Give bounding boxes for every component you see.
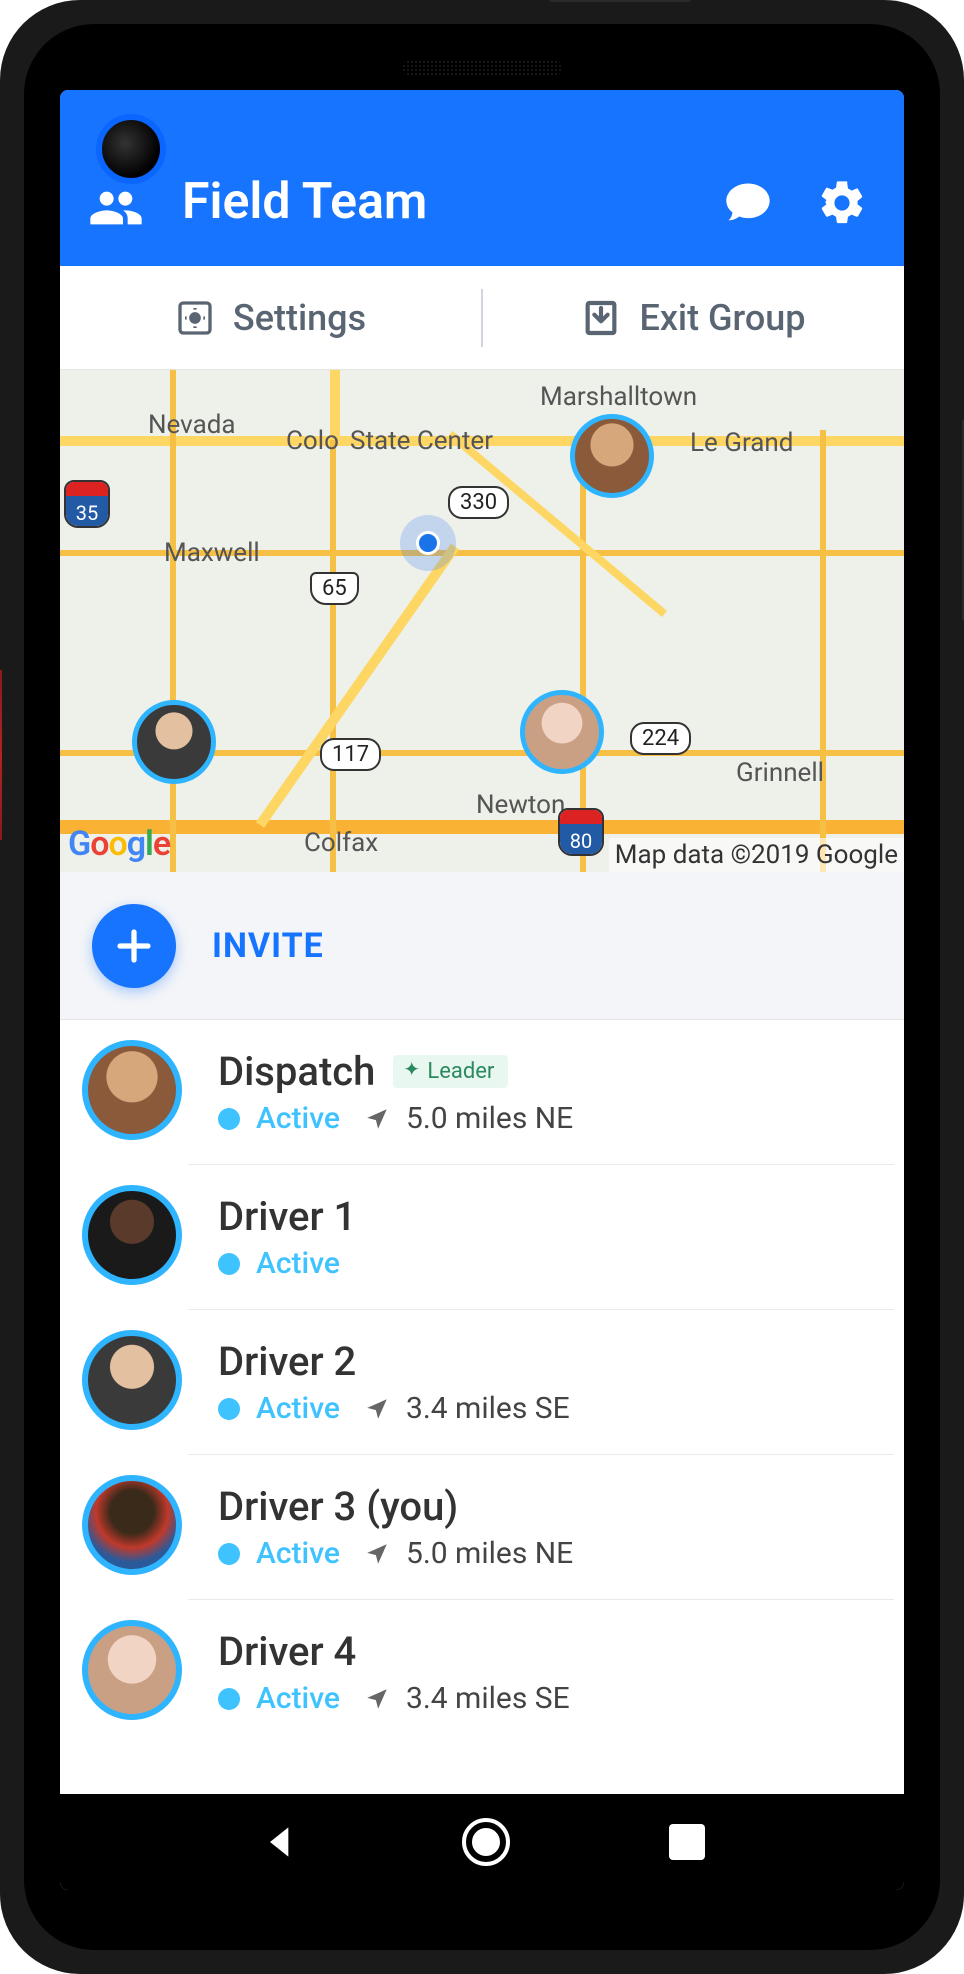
member-avatar[interactable] <box>82 1040 182 1140</box>
member-details: Driver 3 (you) Active 5.0 miles NE <box>218 1483 874 1571</box>
member-row[interactable]: Driver 1 Active <box>188 1165 894 1310</box>
android-recents-button[interactable] <box>669 1824 705 1860</box>
map-marker-driver4[interactable] <box>520 690 604 774</box>
subbar-exit-button[interactable]: Exit Group <box>483 288 904 348</box>
screen: Field Team Settings Exit Group <box>60 90 904 1890</box>
android-nav-bar <box>60 1794 904 1890</box>
member-name: Driver 3 (you) <box>218 1483 458 1530</box>
phone-speaker <box>402 60 562 76</box>
status-label: Active <box>256 1536 340 1571</box>
location-arrow-icon <box>364 1106 390 1132</box>
status-label: Active <box>256 1391 340 1426</box>
route-shield: 224 <box>630 722 691 755</box>
route-shield: 65 <box>310 572 359 605</box>
plus-icon <box>113 925 155 967</box>
location-arrow-icon <box>364 1686 390 1712</box>
subbar-settings-button[interactable]: Settings <box>60 288 481 348</box>
map-marker-driver2[interactable] <box>132 700 216 784</box>
status-dot-icon <box>218 1253 240 1275</box>
android-home-button[interactable] <box>462 1818 510 1866</box>
chat-icon[interactable] <box>722 177 774 229</box>
map-label: Marshalltown <box>540 382 697 412</box>
status-label: Active <box>256 1101 340 1136</box>
page-title: Field Team <box>182 173 722 231</box>
hw-button-left <box>0 670 2 840</box>
phone-bezel: Field Team Settings Exit Group <box>24 24 940 1950</box>
member-avatar[interactable] <box>82 1330 182 1430</box>
invite-button[interactable] <box>92 904 176 988</box>
app-header: Field Team <box>60 90 904 266</box>
status-label: Active <box>256 1681 340 1716</box>
route-shield: 330 <box>448 486 509 519</box>
map-label: Maxwell <box>164 538 260 568</box>
member-name: Driver 2 <box>218 1338 356 1385</box>
status-dot-icon <box>218 1543 240 1565</box>
member-list[interactable]: Dispatch Leader Active 5.0 miles NE Driver 1… <box>60 1020 904 1794</box>
subbar-exit-label: Exit Group <box>639 297 805 339</box>
status-dot-icon <box>218 1108 240 1130</box>
interstate-shield: 80 <box>558 808 604 856</box>
settings-icon[interactable] <box>816 177 868 229</box>
map-label: Nevada <box>148 410 236 440</box>
member-row[interactable]: Driver 3 (you) Active 5.0 miles NE <box>188 1455 894 1600</box>
member-avatar[interactable] <box>82 1620 182 1720</box>
map-label: Grinnell <box>736 758 824 788</box>
map-attribution: Map data ©2019 Google <box>609 838 904 872</box>
map-view[interactable]: Nevada Colo State Center Marshalltown Le… <box>60 370 904 872</box>
member-avatar[interactable] <box>82 1475 182 1575</box>
map-label: Colo <box>286 426 339 456</box>
mini-gear-icon <box>175 298 215 338</box>
invite-bar: INVITE <box>60 872 904 1020</box>
member-row[interactable]: Driver 4 Active 3.4 miles SE <box>188 1600 894 1744</box>
distance-label: 3.4 miles SE <box>406 1681 570 1716</box>
member-details: Driver 4 Active 3.4 miles SE <box>218 1628 874 1716</box>
subbar-settings-label: Settings <box>233 297 366 339</box>
member-name: Dispatch <box>218 1048 375 1095</box>
google-logo: Google <box>68 824 170 864</box>
route-shield: 117 <box>320 738 381 771</box>
map-label: Newton <box>476 790 565 820</box>
location-arrow-icon <box>364 1396 390 1422</box>
leader-badge: Leader <box>393 1055 508 1088</box>
exit-icon <box>581 298 621 338</box>
android-back-button[interactable] <box>259 1820 303 1864</box>
status-dot-icon <box>218 1398 240 1420</box>
member-details: Driver 2 Active 3.4 miles SE <box>218 1338 874 1426</box>
map-label: Le Grand <box>690 428 793 458</box>
phone-frame: Field Team Settings Exit Group <box>0 0 964 1974</box>
member-avatar[interactable] <box>82 1185 182 1285</box>
distance-label: 5.0 miles NE <box>406 1536 573 1571</box>
status-dot-icon <box>218 1688 240 1710</box>
map-marker-dispatch[interactable] <box>570 414 654 498</box>
member-row[interactable]: Dispatch Leader Active 5.0 miles NE <box>188 1020 894 1165</box>
member-details: Driver 1 Active <box>218 1193 874 1281</box>
member-details: Dispatch Leader Active 5.0 miles NE <box>218 1048 874 1136</box>
map-label: Colfax <box>304 828 378 858</box>
map-label: State Center <box>350 426 493 456</box>
invite-label: INVITE <box>212 926 324 966</box>
distance-label: 5.0 miles NE <box>406 1101 573 1136</box>
front-camera <box>96 114 166 184</box>
member-name: Driver 4 <box>218 1628 356 1675</box>
distance-label: 3.4 miles SE <box>406 1391 570 1426</box>
interstate-shield: 35 <box>64 480 110 528</box>
member-row[interactable]: Driver 2 Active 3.4 miles SE <box>188 1310 894 1455</box>
current-location-dot <box>400 515 456 571</box>
people-icon[interactable] <box>88 180 144 236</box>
hw-button-top <box>550 0 690 2</box>
status-label: Active <box>256 1246 340 1281</box>
sub-toolbar: Settings Exit Group <box>60 266 904 370</box>
location-arrow-icon <box>364 1541 390 1567</box>
member-name: Driver 1 <box>218 1193 356 1240</box>
